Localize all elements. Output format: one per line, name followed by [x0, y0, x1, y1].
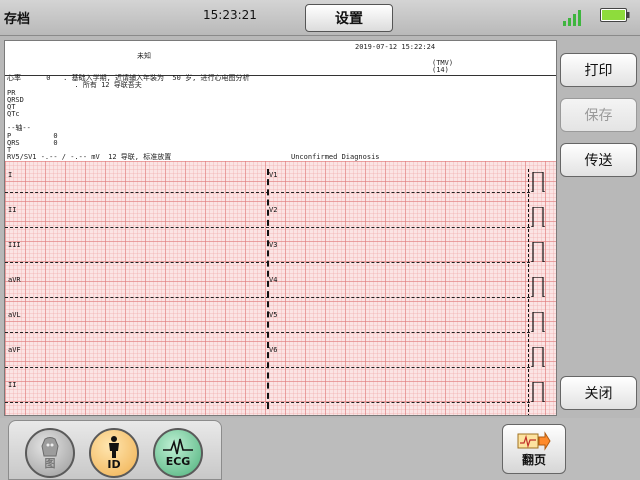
- calibration-pulse: [531, 277, 545, 297]
- lead-label-i: I: [8, 171, 13, 179]
- axis-qrs: QRS 0: [7, 139, 58, 147]
- bottom-bar: 图 ID ECG 翻页: [0, 418, 640, 480]
- patient-id-button[interactable]: ID: [89, 428, 139, 478]
- calibration-pulse: [531, 172, 545, 192]
- print-button[interactable]: 打印: [560, 53, 637, 87]
- calibration-marker-line: [528, 169, 529, 415]
- calibration-pulse: [531, 312, 545, 332]
- ecg-view-label: ECG: [165, 455, 191, 468]
- clock: 15:23:21: [203, 8, 257, 22]
- ecg-view-button[interactable]: ECG: [153, 428, 203, 478]
- patient-name: 未知: [137, 52, 151, 60]
- lead-label-v1: V1: [269, 171, 278, 179]
- image-view-label: 图: [44, 457, 56, 470]
- lead-column-divider: [267, 169, 269, 409]
- send-button[interactable]: 传送: [560, 143, 637, 177]
- calibration-pulse: [531, 207, 545, 227]
- page-turn-icon: [517, 430, 551, 451]
- lead-label-avf: aVF: [8, 346, 21, 354]
- top-bar: 存档 15:23:21 设置: [0, 0, 640, 36]
- lead-label-ii: II: [8, 206, 17, 214]
- close-button[interactable]: 关闭: [560, 376, 637, 410]
- lead-label-v6: V6: [269, 346, 278, 354]
- diagnosis-status: Unconfirmed Diagnosis: [291, 153, 380, 161]
- report-datetime: 2019-07-12 15:22:24: [355, 43, 436, 51]
- settings-button[interactable]: 设置: [305, 4, 393, 32]
- save-button[interactable]: 保存: [560, 98, 637, 132]
- page-turn-label: 翻页: [521, 452, 546, 467]
- ecg-grid: [5, 161, 556, 415]
- lead-label-avr: aVR: [8, 276, 21, 284]
- person-icon: [109, 436, 119, 458]
- lead-label-v3: V3: [269, 241, 278, 249]
- axis-header: --轴--: [7, 124, 31, 132]
- lead-label-iii: III: [8, 241, 21, 249]
- rv5-sv1-line: RV5/SV1 -.-- / -.-- mV 12 导联, 标准放置: [7, 153, 172, 161]
- lead-label-avl: aVL: [8, 311, 21, 319]
- calibration-pulse: [531, 347, 545, 367]
- lead-label-ii-rhythm: II: [8, 381, 17, 389]
- ecg-report: 未知 2019-07-12 15:22:24 (TMV) (14) 心率 0 .…: [4, 40, 557, 416]
- lead-label-v4: V4: [269, 276, 278, 284]
- battery-icon: [600, 8, 630, 22]
- signal-bars-icon: [563, 10, 581, 26]
- patient-id-label: ID: [107, 458, 121, 471]
- ecg-wave-icon: [163, 438, 193, 455]
- tmv-value: (14): [432, 66, 449, 74]
- image-view-button[interactable]: 图: [25, 428, 75, 478]
- torso-icon: [41, 437, 59, 457]
- page-turn-button[interactable]: 翻页: [502, 424, 566, 474]
- lead-label-v5: V5: [269, 311, 278, 319]
- calibration-pulse: [531, 242, 545, 262]
- calibration-pulse: [531, 382, 545, 402]
- param-qtc: QTc: [7, 110, 20, 118]
- screen-title: 存档: [4, 12, 31, 27]
- analysis-note: . 所有 12 导联吾夫: [7, 81, 142, 89]
- view-tabs: 图 ID ECG: [8, 420, 222, 480]
- lead-label-v2: V2: [269, 206, 278, 214]
